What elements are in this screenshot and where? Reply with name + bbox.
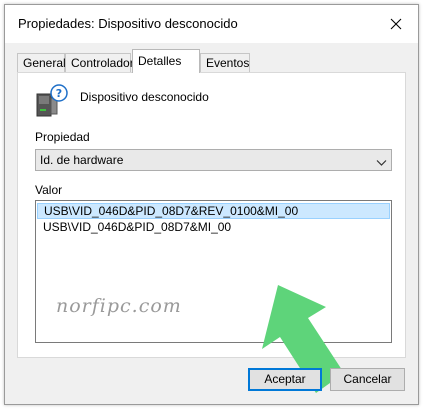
list-item[interactable]: USB\VID_046D&PID_08D7&MI_00 [37,219,390,235]
property-label: Propiedad [35,130,90,144]
unknown-device-icon: ? [35,84,69,120]
tab-eventos[interactable]: Eventos [200,53,250,72]
title-bar[interactable]: Propiedades: Dispositivo desconocido [5,5,418,43]
list-item[interactable]: USB\VID_046D&PID_08D7&REV_0100&MI_00 [37,203,390,219]
device-name: Dispositivo desconocido [80,90,209,104]
value-listbox[interactable]: USB\VID_046D&PID_08D7&REV_0100&MI_00 USB… [35,200,392,343]
watermark-text: norfipc.com [56,295,182,317]
property-select[interactable]: Id. de hardware [35,149,392,171]
property-selected-value: Id. de hardware [40,153,124,167]
properties-dialog: Propiedades: Dispositivo desconocido Gen… [4,4,419,405]
tab-controlador[interactable]: Controlador [65,53,134,72]
details-panel: ? Dispositivo desconocido Propiedad Id. … [17,72,406,393]
svg-text:?: ? [56,87,62,100]
tab-detalles[interactable]: Detalles [132,49,200,73]
value-label: Valor [35,183,63,197]
window-title: Propiedades: Dispositivo desconocido [18,16,238,31]
tab-strip: General Controlador Detalles Eventos [17,49,407,73]
accept-button[interactable]: Aceptar [248,368,322,391]
tab-general[interactable]: General [17,53,66,72]
cancel-button[interactable]: Cancelar [330,368,405,391]
close-button[interactable] [383,11,409,37]
close-icon [383,11,409,37]
chevron-down-icon [376,156,387,166]
